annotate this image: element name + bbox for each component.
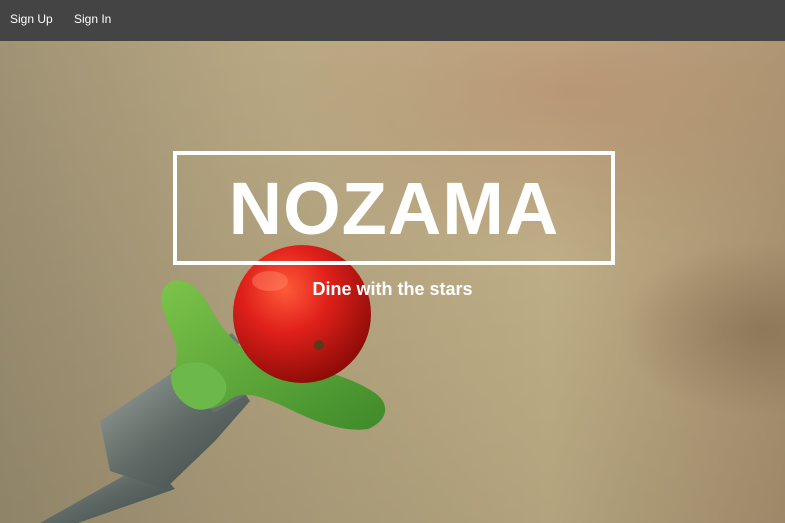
hero-section: NOZAMA Dine with the stars bbox=[0, 41, 785, 523]
sign-up-link[interactable]: Sign Up bbox=[10, 12, 53, 26]
top-navbar: Sign Up Sign In bbox=[0, 0, 785, 41]
sign-in-link[interactable]: Sign In bbox=[74, 12, 111, 26]
brand-title-box: NOZAMA bbox=[173, 151, 615, 265]
brand-title: NOZAMA bbox=[228, 166, 560, 250]
tagline: Dine with the stars bbox=[312, 279, 473, 299]
page: Sign Up Sign In NOZAMA Dine with the sta… bbox=[0, 0, 785, 523]
